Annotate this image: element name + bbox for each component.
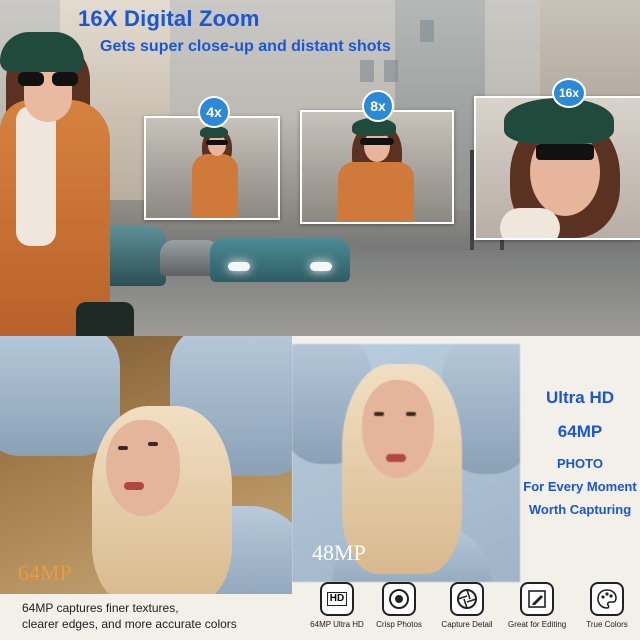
lens-icon [382,582,416,616]
ultra-hd-callout: Ultra HD 64MP PHOTO For Every Moment Wor… [520,388,640,517]
feature-true-colors: True Colors [578,582,636,629]
hd-icon: HD [320,582,354,616]
edit-icon [520,582,554,616]
ultra-hd-line1: Ultra HD [545,388,614,407]
caption-line1: 64MP captures finer textures, [22,601,179,615]
ultra-hd-line2: 64MP [557,422,603,441]
car [210,238,350,282]
feature-64mp-ultra-hd: HD 64MP Ultra HD [308,582,366,629]
zoom-badge-4x: 4x [198,96,230,128]
zoom-badge-16x: 16x [552,78,586,108]
zoom-thumbnail-4x [144,116,280,220]
subheadline: Gets super close-up and distant shots [100,38,391,55]
palette-icon [590,582,624,616]
photo-label-64mp: 64MP [18,560,72,585]
zoom-thumbnail-8x [300,110,454,224]
ultra-hd-line3: PHOTO [557,456,603,471]
resolution-comparison: 64MP 48MP Ultra HD 64MP PHOTO For Every … [0,336,640,640]
photo-label-48mp: 48MP [312,540,366,565]
ultra-hd-line5: Worth Capturing [528,502,632,517]
photo-64mp: 64MP [0,336,292,594]
ultra-hd-line4: For Every Moment [523,479,637,494]
model-figure [0,10,140,344]
caption-text: 64MP captures finer textures, clearer ed… [22,600,302,632]
zoom-thumbnail-16x [474,96,640,240]
headline: 16X Digital Zoom [78,6,260,31]
feature-icons-row: HD 64MP Ultra HD Crisp Photos Capture De… [308,582,640,640]
caption-line2: clearer edges, and more accurate colors [22,617,237,631]
zoom-badge-8x: 8x [362,90,394,122]
product-banner: 16X Digital Zoom Gets super close-up and… [0,0,640,640]
feature-capture-detail: Capture Detail [438,582,496,629]
feature-crisp-photos: Crisp Photos [370,582,428,629]
aperture-icon [450,582,484,616]
feature-great-for-editing: Great for Editing [508,582,566,629]
